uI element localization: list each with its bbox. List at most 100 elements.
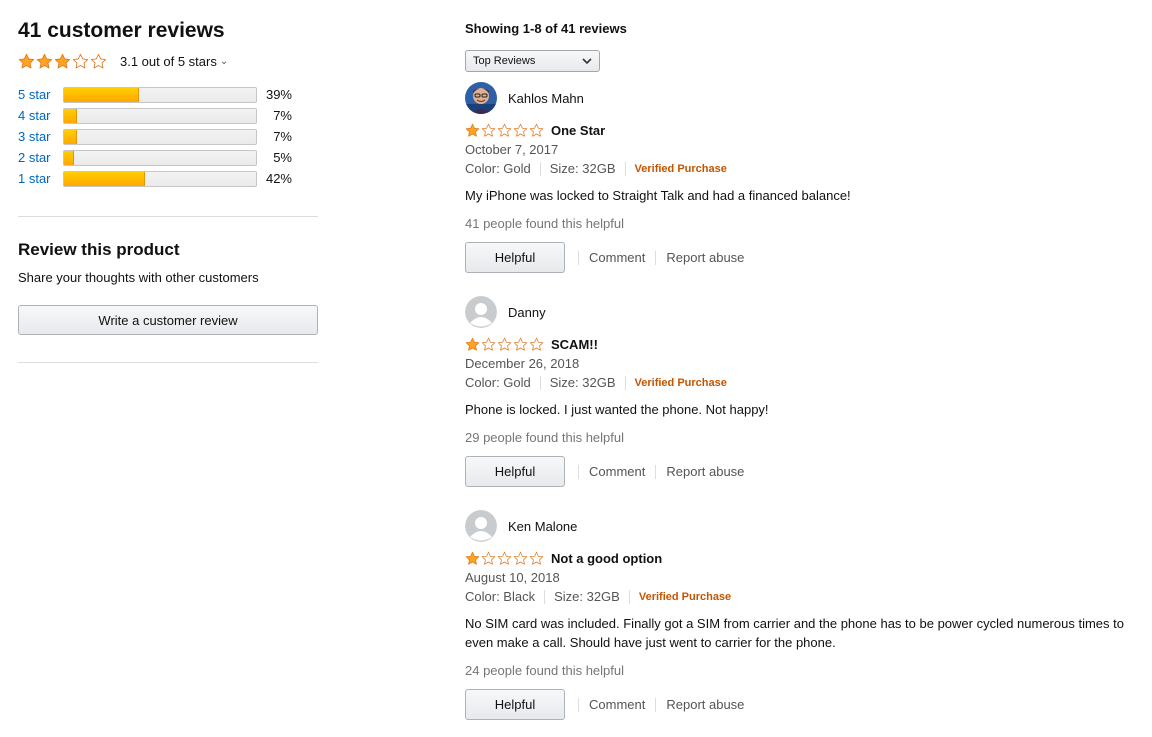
average-rating-text[interactable]: 3.1 out of 5 stars xyxy=(120,54,217,69)
write-review-button[interactable]: Write a customer review xyxy=(18,305,318,335)
histogram-row-1[interactable]: 1 star 42% xyxy=(18,168,318,189)
star-icon xyxy=(529,123,545,138)
divider xyxy=(628,590,630,604)
histogram-percent: 7% xyxy=(273,108,292,123)
star-icon xyxy=(529,551,545,566)
review-title[interactable]: Not a good option xyxy=(551,551,662,566)
review-date: October 7, 2017 xyxy=(465,142,559,157)
helpful-button[interactable]: Helpful xyxy=(465,689,565,720)
histogram-bar[interactable] xyxy=(63,107,257,124)
review-color[interactable]: Color: Black xyxy=(465,588,535,606)
histogram-bar[interactable] xyxy=(63,170,257,187)
review-size[interactable]: Size: 32GB xyxy=(550,160,616,178)
histogram-percent: 42% xyxy=(265,171,292,186)
chevron-down-icon[interactable]: ⌄ xyxy=(220,56,228,67)
review-title-row[interactable]: SCAM!! xyxy=(465,336,1145,352)
star-icon xyxy=(18,53,36,70)
divider xyxy=(655,250,657,265)
divider xyxy=(624,162,626,176)
average-rating[interactable]: 3.1 out of 5 stars ⌄ xyxy=(18,52,318,70)
histogram-bar[interactable] xyxy=(63,86,257,103)
histogram-percent: 7% xyxy=(273,129,292,144)
divider xyxy=(18,216,318,217)
star-icon xyxy=(497,551,513,566)
histogram-bar[interactable] xyxy=(63,128,257,145)
histogram-bar[interactable] xyxy=(63,149,257,166)
star-icon xyxy=(513,337,529,352)
avatar-photo[interactable] xyxy=(465,82,497,114)
helpful-button[interactable]: Helpful xyxy=(465,242,565,273)
report-abuse-link[interactable]: Report abuse xyxy=(666,464,744,479)
review-title-row[interactable]: One Star xyxy=(465,122,1145,138)
verified-purchase-badge[interactable]: Verified Purchase xyxy=(635,160,727,178)
reviewer[interactable]: Kahlos Mahn xyxy=(465,82,1145,114)
histogram-label[interactable]: 3 star xyxy=(18,129,63,144)
star-icon xyxy=(54,53,72,70)
helpful-button[interactable]: Helpful xyxy=(465,456,565,487)
review-date: August 10, 2018 xyxy=(465,570,560,585)
sort-selected: Top Reviews xyxy=(473,55,536,67)
divider xyxy=(655,697,657,712)
histogram-percent: 5% xyxy=(273,150,292,165)
review-actions: Helpful Comment Report abuse xyxy=(465,242,1145,273)
star-icon xyxy=(72,53,90,70)
rating-histogram: 5 star 39% 4 star 7% 3 star 7% 2 star 5%… xyxy=(18,84,318,189)
sort-dropdown[interactable]: Top Reviews xyxy=(465,50,600,72)
histogram-label[interactable]: 1 star xyxy=(18,171,63,186)
star-icon xyxy=(481,551,497,566)
review-meta: Color: Gold Size: 32GB Verified Purchase xyxy=(465,374,1145,392)
divider xyxy=(539,376,541,390)
star-icon xyxy=(481,337,497,352)
comment-link[interactable]: Comment xyxy=(589,697,645,712)
divider xyxy=(578,464,579,479)
star-icon xyxy=(465,123,481,138)
comment-link[interactable]: Comment xyxy=(589,250,645,265)
default-avatar-icon[interactable] xyxy=(465,296,497,328)
report-abuse-link[interactable]: Report abuse xyxy=(666,250,744,265)
reviewer[interactable]: Ken Malone xyxy=(465,510,1145,542)
reviewer-name[interactable]: Kahlos Mahn xyxy=(508,91,584,106)
default-avatar-icon[interactable] xyxy=(465,510,497,542)
review-color[interactable]: Color: Gold xyxy=(465,160,531,178)
verified-purchase-badge[interactable]: Verified Purchase xyxy=(635,374,727,392)
histogram-row-2[interactable]: 2 star 5% xyxy=(18,147,318,168)
histogram-row-4[interactable]: 4 star 7% xyxy=(18,105,318,126)
histogram-fill xyxy=(64,108,78,123)
helpful-count: 29 people found this helpful xyxy=(465,430,625,445)
star-icon xyxy=(465,337,481,352)
reviewer[interactable]: Danny xyxy=(465,296,1145,328)
histogram-label[interactable]: 5 star xyxy=(18,87,63,102)
chevron-down-icon xyxy=(582,57,592,64)
reviews-list-header: Showing 1-8 of 41 reviews Top Reviews xyxy=(465,20,1145,72)
comment-link[interactable]: Comment xyxy=(589,464,645,479)
review-title[interactable]: One Star xyxy=(551,123,605,138)
review-title[interactable]: SCAM!! xyxy=(551,337,598,352)
star-icon xyxy=(497,337,513,352)
helpful-count: 24 people found this helpful xyxy=(465,663,625,678)
review-size[interactable]: Size: 32GB xyxy=(550,374,616,392)
divider xyxy=(578,697,579,712)
review-date: December 26, 2018 xyxy=(465,356,580,371)
report-abuse-link[interactable]: Report abuse xyxy=(666,697,744,712)
reviewer-name[interactable]: Danny xyxy=(508,305,546,320)
histogram-label[interactable]: 4 star xyxy=(18,108,63,123)
review-actions: Helpful Comment Report abuse xyxy=(465,689,1145,720)
star-icon xyxy=(465,551,481,566)
verified-purchase-badge[interactable]: Verified Purchase xyxy=(639,588,731,606)
histogram-row-5[interactable]: 5 star 39% xyxy=(18,84,318,105)
average-stars xyxy=(18,53,108,70)
review-body: My iPhone was locked to Straight Talk an… xyxy=(465,188,851,203)
histogram-label[interactable]: 2 star xyxy=(18,150,63,165)
histogram-row-3[interactable]: 3 star 7% xyxy=(18,126,318,147)
review-product-heading: Review this product xyxy=(18,240,180,259)
star-icon xyxy=(513,551,529,566)
review-stars xyxy=(465,123,545,138)
review-title-row[interactable]: Not a good option xyxy=(465,550,1145,566)
review-color[interactable]: Color: Gold xyxy=(465,374,531,392)
review-size[interactable]: Size: 32GB xyxy=(554,588,620,606)
star-icon xyxy=(36,53,54,70)
histogram-fill xyxy=(64,129,78,144)
reviewer-name[interactable]: Ken Malone xyxy=(508,519,577,534)
review-meta: Color: Black Size: 32GB Verified Purchas… xyxy=(465,588,1145,606)
review-product-subtext: Share your thoughts with other customers xyxy=(18,270,259,285)
